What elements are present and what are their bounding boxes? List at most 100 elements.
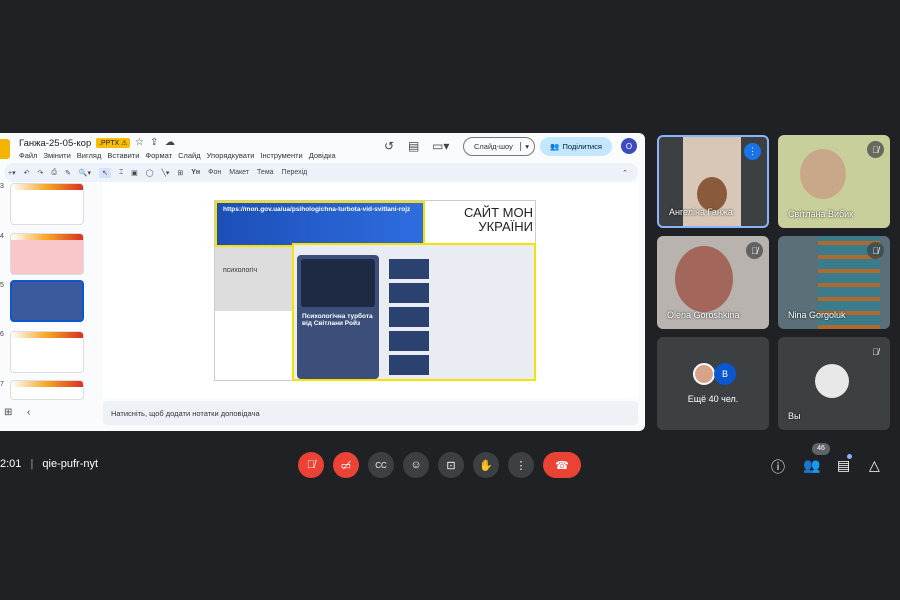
heading-line: САЙТ МОН bbox=[464, 205, 533, 220]
account-avatar[interactable]: О bbox=[621, 138, 637, 154]
end-call-button[interactable]: ☎ bbox=[543, 452, 581, 478]
slideshow-button[interactable]: Слайд-шоу ▾ bbox=[463, 137, 535, 156]
menu-item[interactable]: Вставити bbox=[107, 151, 139, 160]
present-button[interactable]: ⊡ bbox=[438, 452, 464, 478]
meet-icon[interactable]: ▭▾ bbox=[432, 139, 449, 153]
redo-icon[interactable]: ↷ bbox=[37, 169, 43, 177]
slide-heading: САЙТ МОН УКРАЇНИ bbox=[464, 206, 533, 234]
comments-icon[interactable]: ▤ bbox=[408, 139, 419, 153]
phone-hangup-icon: ☎ bbox=[555, 459, 569, 472]
slide-thumbnail[interactable] bbox=[10, 331, 84, 373]
chat-notification-dot bbox=[847, 454, 852, 459]
grid-view-icon[interactable]: ⊞ bbox=[4, 407, 12, 418]
font-button[interactable]: Yн bbox=[191, 169, 200, 176]
chevron-down-icon[interactable]: ▾ bbox=[520, 142, 529, 151]
more-vert-icon: ⋮ bbox=[515, 459, 527, 472]
meeting-time: 2:01 bbox=[0, 458, 22, 470]
participant-name: Nina Gorgoluk bbox=[788, 310, 846, 320]
history-icon[interactable]: ↺ bbox=[384, 139, 394, 153]
camera-off-button[interactable]: ▭̸ bbox=[333, 452, 359, 478]
toolbar: +▾ ↶ ↷ ⎙ ✎ 🔍▾ ↖ ⌶ ▣ ◯ ╲▾ ⊞ Yн Фон Макет … bbox=[4, 163, 638, 182]
reactions-button[interactable]: ☺ bbox=[403, 452, 429, 478]
more-options-button[interactable]: ⋮ bbox=[508, 452, 534, 478]
video-thumb bbox=[389, 355, 429, 375]
menu-item[interactable]: Слайд bbox=[178, 151, 201, 160]
chat-icon[interactable]: ▤ bbox=[837, 457, 850, 474]
page-heading: психологіч bbox=[223, 267, 258, 274]
star-icon[interactable]: ☆ bbox=[135, 137, 144, 148]
mic-off-icon: 🎙̸ bbox=[306, 459, 316, 471]
slide-filmstrip: 3 4 5 6 7 bbox=[0, 183, 92, 400]
slide-number: 4 bbox=[0, 233, 4, 240]
move-icon[interactable]: ⇪ bbox=[150, 137, 158, 148]
website-body: психологіч bbox=[215, 247, 295, 311]
present-icon: ⊡ bbox=[446, 459, 456, 472]
undo-icon[interactable]: ↶ bbox=[24, 169, 30, 177]
raise-hand-button[interactable]: ✋ bbox=[473, 452, 499, 478]
menu-item[interactable]: Вигляд bbox=[77, 151, 102, 160]
website-screenshot-header: https://mon.gov.ua/ua/psihologichna-turb… bbox=[215, 201, 425, 247]
collapse-toolbar-icon[interactable]: ⌃ bbox=[622, 169, 628, 177]
video-thumb bbox=[389, 283, 429, 303]
info-icon[interactable]: ⓘ bbox=[771, 457, 785, 477]
cloud-icon: ☁ bbox=[165, 137, 175, 148]
slide-thumbnail-selected[interactable] bbox=[10, 280, 84, 322]
participant-tile[interactable]: 🎙̸ Olena Goroshkina bbox=[657, 236, 769, 329]
shape-icon[interactable]: ◯ bbox=[146, 169, 154, 177]
participant-avatar: B bbox=[714, 363, 736, 385]
playlist-card: Психологічна турбота від Світлани Ройз bbox=[297, 255, 379, 379]
camera-off-icon: ▭̸ bbox=[340, 459, 352, 472]
captions-button[interactable]: CC bbox=[368, 452, 394, 478]
line-icon[interactable]: ╲▾ bbox=[162, 169, 170, 177]
layout-button[interactable]: Макет bbox=[229, 169, 249, 176]
slide-thumbnail[interactable] bbox=[10, 183, 84, 225]
textbox-icon[interactable]: ⌶ bbox=[119, 169, 123, 177]
more-participants-tile[interactable]: B Ещё 40 чел. bbox=[657, 337, 769, 430]
video-thumb bbox=[389, 307, 429, 327]
background-button[interactable]: Фон bbox=[208, 169, 221, 176]
slide-number: 3 bbox=[0, 183, 4, 190]
zoom-icon[interactable]: 🔍▾ bbox=[79, 169, 91, 177]
theme-button[interactable]: Тема bbox=[257, 169, 273, 176]
slide-thumbnail[interactable] bbox=[10, 380, 84, 400]
self-label: Вы bbox=[788, 411, 801, 421]
video-thumb bbox=[389, 259, 429, 279]
activities-icon[interactable]: △ bbox=[869, 457, 880, 474]
youtube-screenshot: Психологічна турбота від Світлани Ройз bbox=[292, 243, 536, 381]
mic-off-icon: 🎙̸ bbox=[746, 242, 763, 259]
divider: | bbox=[30, 458, 34, 470]
menu-item[interactable]: Формат bbox=[145, 151, 172, 160]
menu-item[interactable]: Інструменти bbox=[260, 151, 302, 160]
captions-icon: CC bbox=[375, 460, 387, 470]
participant-tile[interactable]: 🎙̸ Світлана Вибик bbox=[778, 135, 890, 228]
doc-title[interactable]: Ганжа-25-05-кор bbox=[19, 138, 91, 149]
add-icon[interactable]: +▾ bbox=[8, 169, 16, 177]
menu-bar: Файл Змінити Вигляд Вставити Формат Слай… bbox=[19, 151, 336, 160]
transition-button[interactable]: Перехід bbox=[282, 169, 308, 176]
participant-tile[interactable]: ⋮ Ангеліна Ганжа bbox=[657, 135, 769, 228]
image-icon[interactable]: ▣ bbox=[131, 169, 138, 177]
share-button[interactable]: 👥 Поділитися bbox=[540, 137, 612, 156]
mic-off-button[interactable]: 🎙̸ bbox=[298, 452, 324, 478]
slide-number: 5 bbox=[0, 282, 4, 289]
participant-count-badge: 46 bbox=[812, 443, 830, 455]
meeting-code: qie-pufr-nyt bbox=[42, 458, 99, 470]
slide-thumbnail[interactable] bbox=[10, 233, 84, 275]
menu-item[interactable]: Довідка bbox=[309, 151, 336, 160]
self-tile[interactable]: 🎙̸ Вы bbox=[778, 337, 890, 430]
menu-item[interactable]: Файл bbox=[19, 151, 37, 160]
menu-item[interactable]: Упорядкувати bbox=[207, 151, 255, 160]
speaker-notes[interactable]: Натисніть, щоб додати нотатки доповідача bbox=[103, 401, 638, 425]
paint-format-icon[interactable]: ✎ bbox=[65, 169, 71, 177]
participant-tile[interactable]: 🎙̸ Nina Gorgoluk bbox=[778, 236, 890, 329]
participant-avatar bbox=[693, 363, 715, 385]
collapse-panel-icon[interactable]: ‹ bbox=[27, 407, 30, 418]
comment-add-icon[interactable]: ⊞ bbox=[177, 169, 183, 177]
people-icon[interactable]: 👥 bbox=[803, 457, 820, 474]
menu-item[interactable]: Змінити bbox=[43, 151, 70, 160]
video-thumb bbox=[389, 331, 429, 351]
select-icon[interactable]: ↖ bbox=[99, 167, 111, 178]
current-slide[interactable]: https://mon.gov.ua/ua/psihologichna-turb… bbox=[214, 200, 536, 381]
participant-name: Ангеліна Ганжа bbox=[669, 207, 733, 217]
print-icon[interactable]: ⎙ bbox=[51, 169, 57, 177]
